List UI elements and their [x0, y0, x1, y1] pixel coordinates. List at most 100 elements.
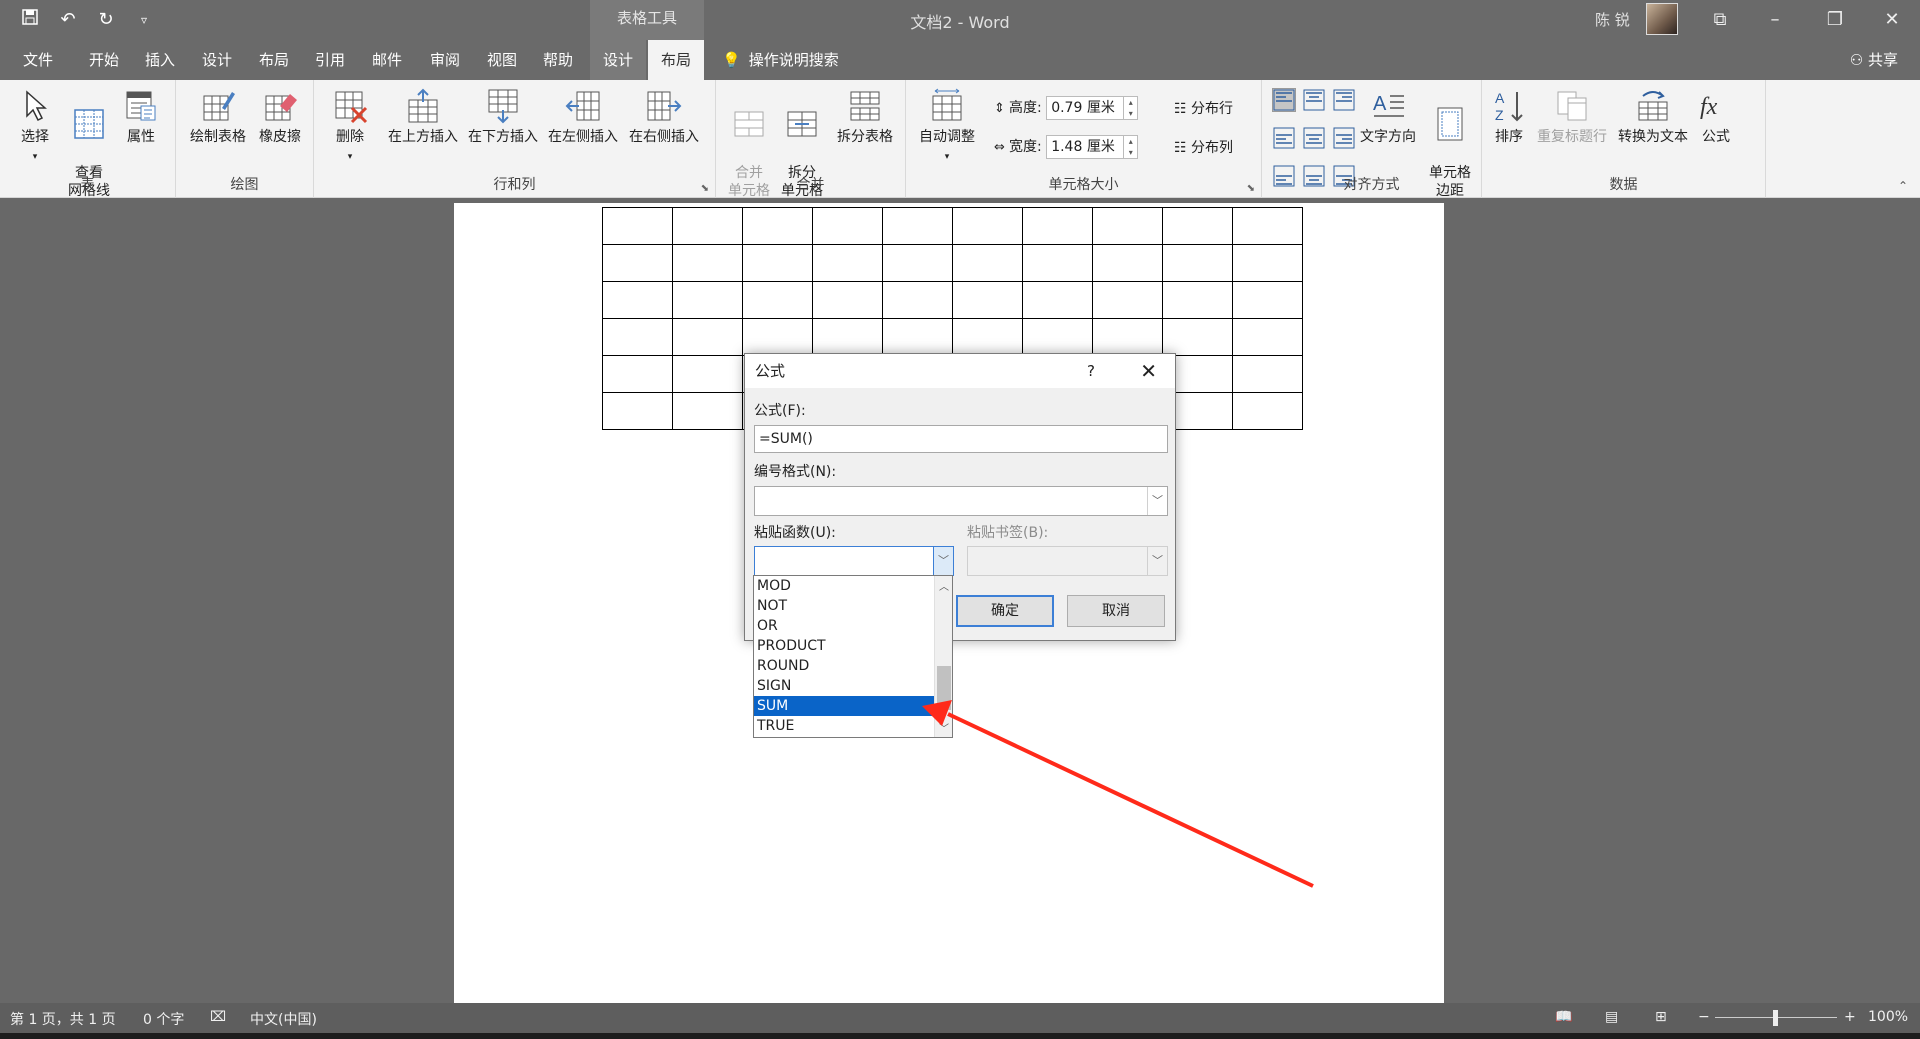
table-cell[interactable] — [952, 281, 1023, 319]
close-icon[interactable]: ✕ — [1140, 354, 1157, 388]
table-cell[interactable] — [1232, 392, 1303, 430]
collapse-ribbon-icon[interactable]: ⌃ — [1898, 179, 1908, 193]
share-button[interactable]: ⚇ 共享 — [1850, 40, 1898, 80]
tab-insert[interactable]: 插入 — [140, 40, 180, 80]
number-format-select[interactable]: ﹀ — [754, 486, 1168, 516]
table-cell[interactable] — [1092, 318, 1163, 356]
table-cell[interactable] — [1232, 207, 1303, 245]
table-cell[interactable] — [812, 244, 883, 282]
align-top-left-icon[interactable] — [1272, 88, 1296, 112]
table-cell[interactable] — [602, 244, 673, 282]
table-cell[interactable] — [672, 207, 743, 245]
formula-input[interactable]: =SUM() — [754, 425, 1168, 453]
table-cell[interactable] — [602, 281, 673, 319]
table-cell[interactable] — [1232, 355, 1303, 393]
paste-bookmark-select[interactable]: ﹀ — [967, 546, 1168, 576]
tab-home[interactable]: 开始 — [84, 40, 124, 80]
tab-mailings[interactable]: 邮件 — [367, 40, 407, 80]
table-cell[interactable] — [742, 244, 813, 282]
split-table-button[interactable]: 拆分表格 — [830, 88, 900, 146]
row-height-spinner[interactable]: ▴ ▾ — [1124, 96, 1139, 120]
web-layout-icon[interactable]: ⊞ — [1655, 1009, 1667, 1025]
customize-icon[interactable]: ▿ — [132, 8, 156, 32]
function-list-item[interactable]: OR — [754, 616, 934, 636]
table-cell[interactable] — [1162, 207, 1233, 245]
function-list-item[interactable]: NOT — [754, 596, 934, 616]
zoom-level[interactable]: 100% — [1868, 1009, 1908, 1025]
insert-above-button[interactable]: 在上方插入 — [384, 88, 462, 146]
insert-left-button[interactable]: 在左侧插入 — [544, 88, 622, 146]
scroll-up-icon[interactable]: ︿ — [935, 578, 953, 593]
table-cell[interactable] — [742, 281, 813, 319]
zoom-slider-thumb[interactable] — [1773, 1010, 1778, 1026]
tell-me-search[interactable]: 💡 操作说明搜索 — [722, 40, 839, 80]
table-cell[interactable] — [1232, 244, 1303, 282]
zoom-out-icon[interactable]: − — [1698, 1009, 1710, 1025]
function-list-item[interactable]: PRODUCT — [754, 636, 934, 656]
column-width-spinner[interactable]: ▴ ▾ — [1124, 135, 1139, 159]
paste-function-list[interactable]: ︿ ﹀ MOD NOT OR PRODUCT ROUND SIGN SUM TRUE — [753, 575, 953, 738]
table-cell[interactable] — [602, 207, 673, 245]
table-cell[interactable] — [672, 318, 743, 356]
function-list-item[interactable]: SUM — [754, 696, 934, 716]
word-count[interactable]: 0 个字 — [143, 1009, 184, 1029]
table-cell[interactable] — [882, 281, 953, 319]
properties-button[interactable]: 属性 — [118, 88, 164, 146]
table-cell[interactable] — [882, 318, 953, 356]
align-top-right-icon[interactable] — [1332, 88, 1356, 112]
eraser-button[interactable]: 橡皮擦 — [252, 88, 308, 146]
align-middle-left-icon[interactable] — [1272, 126, 1296, 150]
row-height-input[interactable]: 0.79 厘米 — [1046, 96, 1125, 120]
table-cell[interactable] — [1092, 281, 1163, 319]
table-cell[interactable] — [882, 244, 953, 282]
table-cell[interactable] — [1022, 244, 1093, 282]
tab-design[interactable]: 设计 — [197, 40, 237, 80]
zoom-in-icon[interactable]: + — [1844, 1009, 1856, 1025]
table-cell[interactable] — [1232, 281, 1303, 319]
table-cell[interactable] — [952, 318, 1023, 356]
function-list-item[interactable]: MOD — [754, 576, 934, 596]
proofing-icon[interactable]: ⌧ — [210, 1009, 226, 1025]
restore-icon[interactable]: ❐ — [1815, 6, 1855, 34]
table-cell[interactable] — [1092, 207, 1163, 245]
table-cell[interactable] — [742, 318, 813, 356]
distribute-rows-button[interactable]: ☷ 分布行 — [1174, 98, 1233, 118]
column-width-input[interactable]: 1.48 厘米 — [1046, 135, 1125, 159]
redo-icon[interactable]: ↻ — [94, 8, 118, 32]
dialog-launcher-icon[interactable]: ⬊ — [1247, 183, 1255, 194]
ribbon-display-options-icon[interactable]: ⧉ — [1700, 6, 1740, 34]
table-cell[interactable] — [602, 318, 673, 356]
select-button[interactable]: 选择 ▾ — [12, 88, 58, 166]
tab-references[interactable]: 引用 — [310, 40, 350, 80]
table-cell[interactable] — [1162, 318, 1233, 356]
table-cell[interactable] — [952, 244, 1023, 282]
table-cell[interactable] — [602, 355, 673, 393]
table-cell[interactable] — [672, 281, 743, 319]
chevron-down-icon[interactable]: ﹀ — [1147, 487, 1167, 515]
table-cell[interactable] — [672, 392, 743, 430]
function-list-item[interactable]: ROUND — [754, 656, 934, 676]
insert-below-button[interactable]: 在下方插入 — [464, 88, 542, 146]
sort-button[interactable]: AZ 排序 — [1486, 88, 1532, 146]
help-icon[interactable]: ? — [1087, 354, 1095, 388]
ok-button[interactable]: 确定 — [956, 595, 1054, 627]
table-cell[interactable] — [1022, 207, 1093, 245]
table-cell[interactable] — [1162, 244, 1233, 282]
chevron-down-icon[interactable]: ﹀ — [1147, 547, 1167, 575]
align-middle-center-icon[interactable] — [1302, 126, 1326, 150]
text-direction-button[interactable]: A 文字方向 — [1354, 88, 1422, 146]
scrollbar-thumb[interactable] — [937, 666, 951, 710]
tab-view[interactable]: 视图 — [482, 40, 522, 80]
formula-button[interactable]: fx 公式 — [1696, 88, 1736, 146]
table-cell[interactable] — [812, 207, 883, 245]
table-cell[interactable] — [1022, 318, 1093, 356]
tab-help[interactable]: 帮助 — [538, 40, 578, 80]
tab-table-layout[interactable]: 布局 — [648, 40, 704, 80]
paste-function-select[interactable]: ﹀ — [754, 546, 954, 576]
repeat-header-rows-button[interactable]: 重复标题行 — [1532, 88, 1612, 146]
table-cell[interactable] — [742, 207, 813, 245]
function-list-item[interactable]: TRUE — [754, 716, 934, 736]
table-cell[interactable] — [1092, 244, 1163, 282]
table-cell[interactable] — [882, 207, 953, 245]
draw-table-button[interactable]: 绘制表格 — [186, 88, 250, 146]
